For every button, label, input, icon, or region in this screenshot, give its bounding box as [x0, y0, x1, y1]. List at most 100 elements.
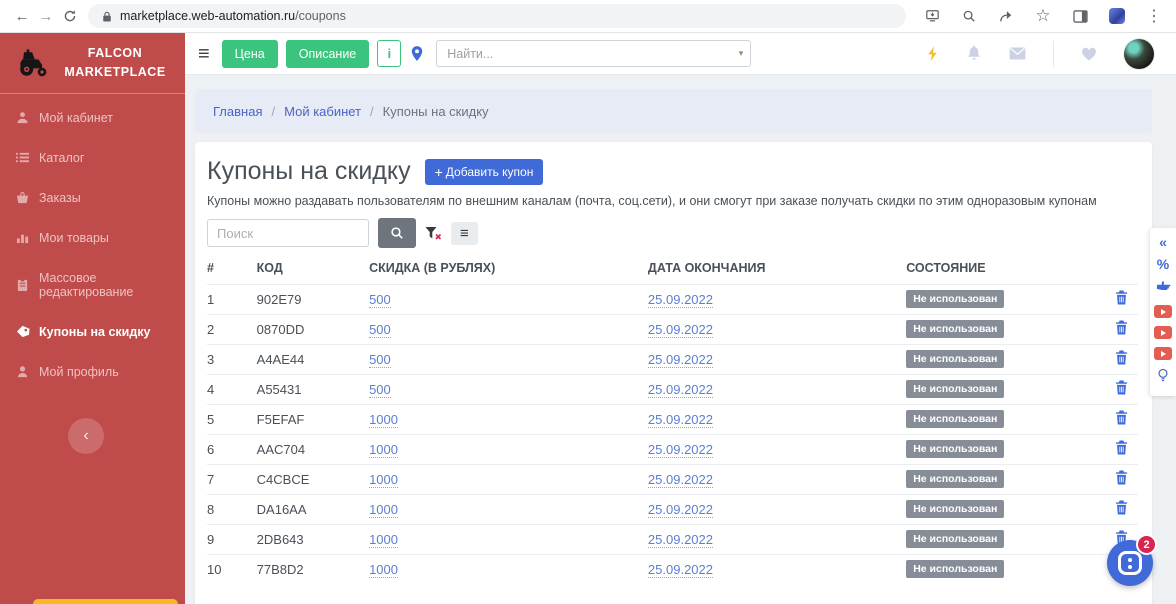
user-avatar[interactable] — [1124, 39, 1154, 69]
sidebar-item-orders[interactable]: Заказы — [0, 178, 185, 218]
side-panel-button[interactable] — [1068, 4, 1092, 28]
install-icon — [925, 9, 940, 23]
clear-filter-button[interactable] — [422, 224, 445, 243]
coupon-code: F5EFAF — [257, 405, 369, 435]
delete-coupon-button[interactable] — [1115, 320, 1128, 335]
rail-video-button-2[interactable] — [1154, 326, 1172, 339]
table-search-input[interactable] — [207, 219, 369, 247]
chat-unread-badge: 2 — [1136, 534, 1157, 555]
menu-toggle-icon[interactable]: ≡ — [198, 44, 210, 64]
end-date-link[interactable]: 25.09.2022 — [648, 562, 713, 578]
zoom-button[interactable] — [957, 4, 981, 28]
discount-link[interactable]: 1000 — [369, 562, 398, 578]
extension-button[interactable] — [1105, 4, 1129, 28]
info-button[interactable]: i — [377, 40, 401, 67]
tag-icon — [16, 325, 30, 338]
install-app-button[interactable] — [920, 4, 944, 28]
top-toolbar: ≡ Цена Описание i ▾ — [185, 33, 1176, 75]
discount-link[interactable]: 1000 — [369, 502, 398, 518]
end-date-link[interactable]: 25.09.2022 — [648, 322, 713, 338]
discount-link[interactable]: 1000 — [369, 532, 398, 548]
sidebar-item-profile[interactable]: Мой профиль — [0, 352, 185, 392]
messages-button[interactable] — [1009, 47, 1026, 60]
browser-forward-button[interactable]: → — [34, 4, 58, 28]
rail-idea-button[interactable] — [1157, 368, 1169, 388]
sidebar: FALCON MARKETPLACE Мой кабинет Каталог З… — [0, 33, 185, 604]
reload-icon — [63, 9, 77, 23]
tractor-logo-icon — [15, 48, 51, 78]
sidebar-item-label: Мой кабинет — [39, 111, 113, 125]
rail-video-button-1[interactable] — [1154, 305, 1172, 318]
rail-collapse-button[interactable]: « — [1159, 235, 1167, 249]
delete-coupon-button[interactable] — [1115, 410, 1128, 425]
discount-link[interactable]: 500 — [369, 322, 391, 338]
rail-hand-pointer-button[interactable] — [1156, 279, 1171, 297]
discount-link[interactable]: 500 — [369, 292, 391, 308]
discount-link[interactable]: 500 — [369, 382, 391, 398]
url-domain: marketplace.web-automation.ru — [120, 9, 295, 23]
end-date-link[interactable]: 25.09.2022 — [648, 502, 713, 518]
delete-coupon-button[interactable] — [1115, 350, 1128, 365]
delete-coupon-button[interactable] — [1115, 470, 1128, 485]
end-date-link[interactable]: 25.09.2022 — [648, 382, 713, 398]
browser-menu-button[interactable]: ⋮ — [1142, 4, 1166, 28]
sidebar-item-coupons[interactable]: Купоны на скидку — [0, 312, 185, 352]
table-search-button[interactable] — [378, 218, 416, 248]
end-date-link[interactable]: 25.09.2022 — [648, 412, 713, 428]
delete-coupon-button[interactable] — [1115, 290, 1128, 305]
add-coupon-button[interactable]: + Добавить купон — [425, 159, 544, 185]
table-view-button[interactable]: ≡ — [451, 222, 478, 245]
bookmark-star-button[interactable]: ☆ — [1031, 4, 1055, 28]
brand-line-2: MARKETPLACE — [59, 63, 171, 82]
breadcrumb-home-link[interactable]: Главная — [213, 104, 262, 119]
chat-widget-button[interactable]: 2 — [1107, 540, 1153, 586]
discount-link[interactable]: 1000 — [369, 472, 398, 488]
brand[interactable]: FALCON MARKETPLACE — [0, 33, 185, 93]
price-button[interactable]: Цена — [222, 40, 278, 68]
sidebar-item-cabinet[interactable]: Мой кабинет — [0, 98, 185, 138]
discount-link[interactable]: 500 — [369, 352, 391, 368]
description-button[interactable]: Описание — [286, 40, 370, 68]
end-date-link[interactable]: 25.09.2022 — [648, 352, 713, 368]
delete-coupon-button[interactable] — [1115, 500, 1128, 515]
status-badge: Не использован — [906, 560, 1004, 578]
end-date-link[interactable]: 25.09.2022 — [648, 532, 713, 548]
sidebar-item-products[interactable]: Мои товары — [0, 218, 185, 258]
end-date-link[interactable]: 25.09.2022 — [648, 442, 713, 458]
discount-link[interactable]: 1000 — [369, 412, 398, 428]
lightning-button[interactable] — [926, 45, 939, 62]
bottom-accent-bar — [33, 599, 178, 604]
row-number: 7 — [207, 465, 257, 495]
share-button[interactable] — [994, 4, 1018, 28]
chevron-left-icon: ‹ — [83, 427, 88, 445]
coupon-code: 77B8D2 — [257, 555, 369, 585]
sidebar-item-bulk-edit[interactable]: Массовое редактирование — [0, 258, 185, 312]
notifications-bell-button[interactable] — [966, 45, 982, 62]
browser-address-bar[interactable]: marketplace.web-automation.ru/coupons — [88, 4, 906, 28]
sidebar-collapse-button[interactable]: ‹ — [68, 418, 104, 454]
favorites-heart-button[interactable] — [1081, 47, 1097, 61]
status-badge: Не использован — [906, 380, 1004, 398]
filter-clear-icon — [425, 226, 442, 241]
trash-icon — [1115, 440, 1128, 455]
coupons-card: Купоны на скидку + Добавить купон Купоны… — [195, 142, 1152, 604]
trash-icon — [1115, 290, 1128, 305]
row-number: 2 — [207, 315, 257, 345]
rail-percent-button[interactable]: % — [1157, 257, 1169, 271]
browser-back-button[interactable]: ← — [10, 4, 34, 28]
breadcrumb-cabinet-link[interactable]: Мой кабинет — [284, 104, 361, 119]
trash-icon — [1115, 380, 1128, 395]
location-pin-icon[interactable] — [410, 45, 424, 62]
rail-video-button-3[interactable] — [1154, 347, 1172, 360]
delete-coupon-button[interactable] — [1115, 440, 1128, 455]
list-icon — [16, 151, 30, 164]
global-search-combobox[interactable]: ▾ — [436, 40, 751, 67]
delete-coupon-button[interactable] — [1115, 380, 1128, 395]
browser-reload-button[interactable] — [58, 4, 82, 28]
sidebar-item-catalog[interactable]: Каталог — [0, 138, 185, 178]
chat-icon-dot — [1128, 558, 1132, 562]
end-date-link[interactable]: 25.09.2022 — [648, 292, 713, 308]
global-search-input[interactable] — [436, 40, 751, 67]
discount-link[interactable]: 1000 — [369, 442, 398, 458]
end-date-link[interactable]: 25.09.2022 — [648, 472, 713, 488]
